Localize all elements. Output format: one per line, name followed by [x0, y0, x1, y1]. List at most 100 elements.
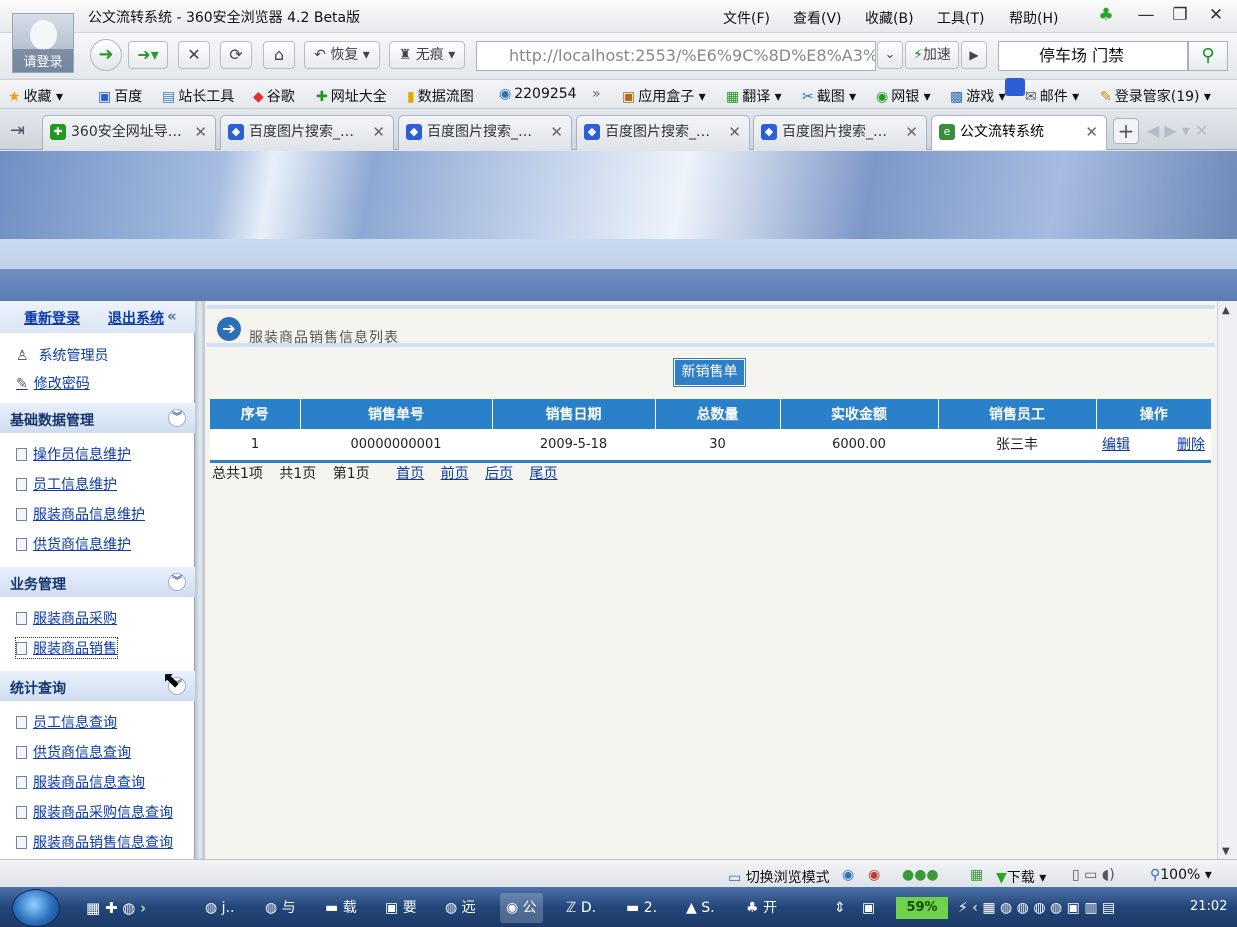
tab-360-nav[interactable]: ✚ 360安全网址导… ✕: [42, 115, 216, 150]
next-page-link[interactable]: 后页: [485, 466, 513, 482]
change-password-link[interactable]: ✎ 修改密码: [16, 373, 90, 393]
incognito-button[interactable]: ♜ 无痕 ▾: [389, 41, 465, 69]
taskbar-scroll-icon[interactable]: ⇕: [834, 893, 846, 923]
taskbar-item[interactable]: ◍ j..: [205, 893, 234, 923]
download-button[interactable]: ▼下载 ▾: [996, 867, 1046, 887]
forward-button[interactable]: ➜▾: [128, 41, 168, 69]
relogin-link[interactable]: 重新登录: [24, 308, 80, 328]
tab-close-icon[interactable]: ✕: [194, 116, 207, 148]
fav-baidu[interactable]: ▣ 百度: [98, 86, 142, 106]
tab-scroll-icons[interactable]: ◀ ▶ ▾ ✕: [1147, 121, 1208, 140]
edit-link[interactable]: 编辑: [1102, 437, 1130, 453]
tab-close-icon[interactable]: ✕: [728, 116, 741, 148]
new-tab-button[interactable]: +: [1113, 118, 1139, 144]
search-button[interactable]: ⚲: [1188, 41, 1228, 71]
sidebar-item-employee[interactable]: 员工信息维护: [16, 474, 117, 494]
tab-close-icon[interactable]: ✕: [372, 116, 385, 148]
login-avatar[interactable]: 请登录: [12, 13, 74, 73]
fav-number[interactable]: ◉ 2209254: [499, 86, 577, 102]
taskbar-item[interactable]: ▬ 载: [325, 893, 357, 923]
switch-mode-button[interactable]: ▭ 切换浏览模式: [728, 867, 830, 887]
new-sales-order-button[interactable]: 新销售单: [673, 358, 746, 387]
baidu-engine-icon[interactable]: [1005, 78, 1025, 96]
menu-favorites[interactable]: 收藏(B): [865, 8, 914, 28]
tools-icon[interactable]: ▦: [970, 867, 983, 883]
sidebar-item-purchase-query[interactable]: 服装商品采购信息查询: [16, 802, 173, 822]
chevron-down-icon[interactable]: ︾: [168, 409, 186, 427]
chevron-down-icon[interactable]: ︾: [168, 573, 186, 591]
sidebar-item-clothing[interactable]: 服装商品信息维护: [16, 504, 145, 524]
play-icon[interactable]: ▶: [961, 41, 987, 69]
back-button[interactable]: ➜: [90, 39, 122, 71]
sidebar-item-supplier[interactable]: 供货商信息维护: [16, 534, 131, 554]
tab-close-icon[interactable]: ✕: [905, 116, 918, 148]
sidebar-item-employee-query[interactable]: 员工信息查询: [16, 712, 117, 732]
games[interactable]: ▩ 游戏 ▾: [950, 86, 1006, 106]
taskbar-item[interactable]: ℤ D.: [566, 893, 596, 923]
search-input[interactable]: 停车场 门禁: [998, 41, 1188, 71]
vertical-scrollbar[interactable]: ▲ ▼: [1217, 301, 1237, 859]
taskbar-item[interactable]: ▲ S.: [686, 893, 715, 923]
prev-page-link[interactable]: 前页: [441, 466, 469, 482]
restore-tabs-button[interactable]: ↶ 恢复 ▾: [304, 41, 380, 69]
scroll-up-icon[interactable]: ▲: [1222, 305, 1230, 316]
favorites-menu[interactable]: ★ 收藏 ▾: [8, 86, 63, 106]
menu-view[interactable]: 查看(V): [793, 8, 842, 28]
section-business[interactable]: 业务管理 ︾: [0, 567, 195, 597]
section-basic-data[interactable]: 基础数据管理 ︾: [0, 403, 195, 433]
accelerate-button[interactable]: ⚡加速: [905, 41, 959, 69]
fav-dataflow[interactable]: ▮ 数据流图: [407, 86, 474, 106]
login-manager[interactable]: ✎ 登录管家(19) ▾: [1100, 86, 1211, 106]
address-bar[interactable]: http://localhost:2553/%E6%9C%8D%E8%A3%: [476, 41, 876, 71]
sidebar-item-sales[interactable]: 服装商品销售: [15, 637, 118, 659]
quicklaunch-icons[interactable]: ▦ ✚ ◍ ›: [86, 893, 146, 923]
online-bank[interactable]: ◉ 网银 ▾: [876, 86, 931, 106]
sidebar-toggle-icon[interactable]: ⇥: [10, 120, 25, 141]
fav-webmaster-tools[interactable]: ▤ 站长工具: [162, 86, 234, 106]
stop-button[interactable]: ✕: [178, 41, 210, 69]
taskbar-item[interactable]: ♣ 开: [746, 893, 777, 923]
tab-close-icon[interactable]: ✕: [1085, 116, 1098, 148]
tab-baidu-image-4[interactable]: ◆ 百度图片搜索_… ✕: [753, 115, 927, 150]
taskbar-item-active[interactable]: ◉ 公: [500, 893, 543, 923]
sidebar-splitter[interactable]: [195, 301, 205, 859]
sidebar-item-purchase[interactable]: 服装商品采购: [16, 608, 117, 628]
close-window-button[interactable]: ✕: [1204, 5, 1228, 25]
restore-button[interactable]: ❐: [1168, 5, 1192, 25]
tray-icons[interactable]: ▯ ▭ ◖): [1072, 867, 1115, 883]
tab-baidu-image-3[interactable]: ◆ 百度图片搜索_… ✕: [576, 115, 750, 150]
start-button[interactable]: [12, 889, 60, 927]
taskbar-item[interactable]: ▣ 要: [385, 893, 417, 923]
first-page-link[interactable]: 首页: [396, 466, 424, 482]
mail[interactable]: ✉ 邮件 ▾: [1025, 86, 1079, 106]
collapse-sidebar-icon[interactable]: «: [167, 307, 177, 325]
taskbar-item[interactable]: ▬ 2.: [626, 893, 657, 923]
toggle-icon[interactable]: ●●●: [902, 867, 939, 883]
taskbar-item[interactable]: ◍ 远: [445, 893, 476, 923]
sidebar-item-supplier-query[interactable]: 供货商信息查询: [16, 742, 131, 762]
tab-baidu-image-2[interactable]: ◆ 百度图片搜索_… ✕: [398, 115, 572, 150]
security-icon[interactable]: ◉: [868, 867, 880, 883]
ie-icon[interactable]: ◉: [842, 867, 854, 883]
home-button[interactable]: ⌂: [263, 41, 295, 69]
refresh-button[interactable]: ⟳: [220, 41, 252, 69]
tab-close-icon[interactable]: ✕: [550, 116, 563, 148]
minimize-button[interactable]: —: [1134, 5, 1158, 25]
app-box[interactable]: ▣ 应用盒子 ▾: [622, 86, 706, 106]
tab-document-system[interactable]: e 公文流转系统 ✕: [931, 115, 1107, 150]
fav-google[interactable]: ◆ 谷歌: [253, 86, 295, 106]
translate[interactable]: ▦ 翻译 ▾: [726, 86, 782, 106]
sidebar-item-sales-query[interactable]: 服装商品销售信息查询: [16, 832, 173, 852]
skin-icon[interactable]: ♣: [1094, 5, 1118, 25]
sidebar-item-operator[interactable]: 操作员信息维护: [16, 444, 131, 464]
logout-link[interactable]: 退出系统: [108, 308, 164, 328]
screenshot[interactable]: ✂ 截图 ▾: [802, 86, 856, 106]
menu-tools[interactable]: 工具(T): [937, 8, 984, 28]
input-method-icon[interactable]: ▣: [862, 893, 875, 923]
delete-link[interactable]: 删除: [1177, 437, 1205, 453]
address-dropdown-icon[interactable]: ⌄: [877, 41, 903, 69]
menu-help[interactable]: 帮助(H): [1009, 8, 1058, 28]
zoom-control[interactable]: ⚲100% ▾: [1150, 867, 1212, 883]
tab-baidu-image-1[interactable]: ◆ 百度图片搜索_… ✕: [220, 115, 394, 150]
more-favorites-icon[interactable]: »: [592, 86, 601, 102]
